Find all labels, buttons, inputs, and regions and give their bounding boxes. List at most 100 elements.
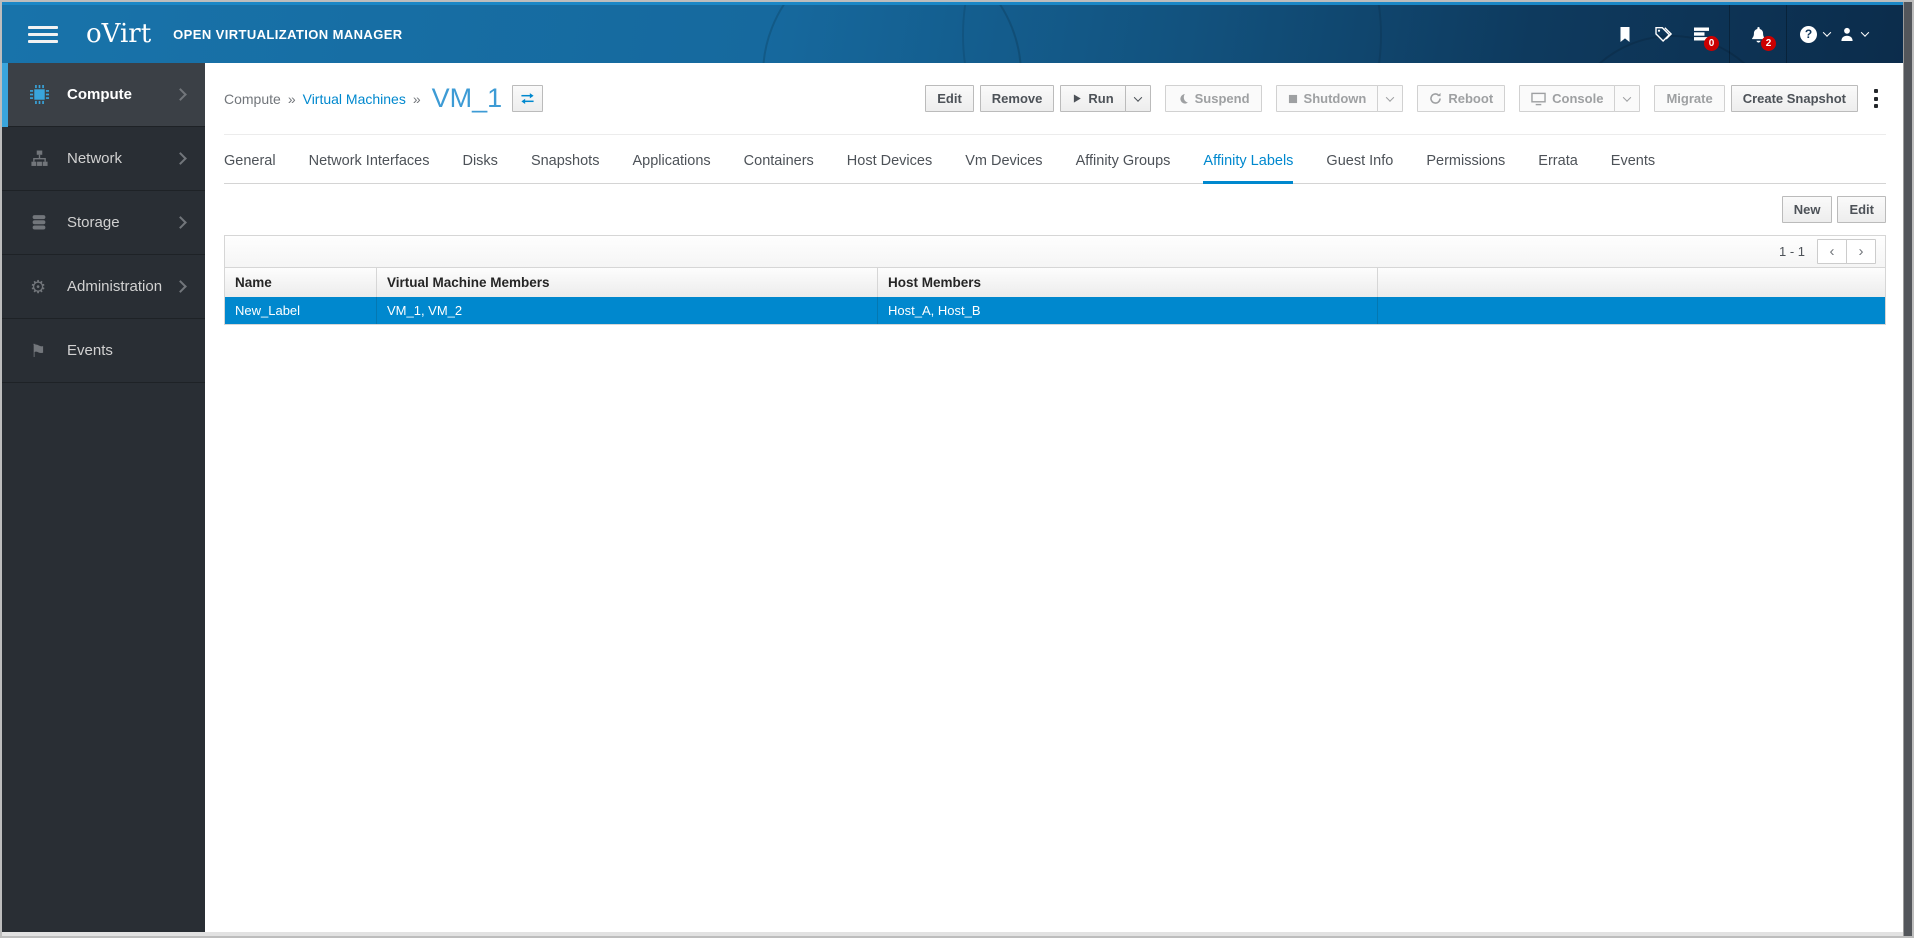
label-actions: New Edit [224,196,1886,223]
migrate-button[interactable]: Migrate [1654,85,1725,112]
run-button-group: Run [1060,85,1151,112]
tab-network-interfaces[interactable]: Network Interfaces [309,153,430,184]
affinity-labels-table: Name Virtual Machine Members Host Member… [224,268,1886,325]
database-icon [30,214,54,231]
tab-affinity-labels[interactable]: Affinity Labels [1203,153,1294,184]
tab-applications[interactable]: Applications [632,153,710,184]
suspend-button[interactable]: Suspend [1164,85,1262,112]
notifications-bell-icon[interactable]: 2 [1739,5,1777,63]
cell-empty [1378,297,1885,324]
sidebar-item-administration[interactable]: ⚙ Administration [2,255,205,319]
menu-toggle-icon[interactable] [28,25,58,43]
shutdown-dropdown-button[interactable] [1377,85,1404,112]
user-menu[interactable] [1834,5,1872,63]
chevron-down-icon [1860,28,1869,37]
more-actions-kebab-icon[interactable] [1866,85,1886,112]
sidebar-item-storage[interactable]: Storage [2,191,205,255]
help-menu[interactable]: ? [1796,5,1834,63]
masthead-divider [1729,5,1730,63]
moon-icon [1180,93,1188,104]
tab-errata[interactable]: Errata [1538,153,1578,184]
grid-toolbar: 1 - 1 ‹ › [224,235,1886,268]
console-button[interactable]: Console [1519,85,1616,112]
table-header-row: Name Virtual Machine Members Host Member… [225,268,1885,297]
cell-name: New_Label [225,297,377,324]
chevron-right-icon [174,152,187,165]
chevron-down-icon [1133,92,1142,102]
column-header-vm-members[interactable]: Virtual Machine Members [377,268,878,297]
window-right-edge [1903,2,1912,936]
alerts-count-badge: 2 [1761,36,1776,51]
breadcrumb-separator: » [412,90,421,107]
tab-disks[interactable]: Disks [462,153,497,184]
tab-containers[interactable]: Containers [744,153,814,184]
ovirt-logo[interactable]: oVirt [86,21,151,47]
chevron-right-icon [174,88,187,101]
window-bottom-edge [2,932,1903,936]
masthead: oVirt OPEN VIRTUALIZATION MANAGER 0 2 ? [2,2,1912,63]
tab-permissions[interactable]: Permissions [1426,153,1505,184]
detail-tabs: General Network Interfaces Disks Snapsho… [224,135,1886,184]
gear-icon: ⚙ [30,276,47,297]
title-toolbar: Compute » Virtual Machines » VM_1 Edit R… [224,63,1886,135]
column-header-host-members[interactable]: Host Members [878,268,1378,297]
sidebar-item-label: Events [67,342,113,359]
tab-snapshots[interactable]: Snapshots [531,153,600,184]
create-snapshot-button[interactable]: Create Snapshot [1730,85,1858,112]
console-dropdown-button[interactable] [1614,85,1641,112]
pager: ‹ › [1817,239,1876,264]
breadcrumb-link-virtual-machines[interactable]: Virtual Machines [303,91,406,107]
exchange-icon-button[interactable] [512,85,544,112]
shutdown-button-group: Shutdown [1275,85,1404,112]
chevron-down-icon [1623,92,1632,102]
stop-icon [1288,94,1297,103]
new-button[interactable]: New [1781,196,1833,223]
sidebar-item-events[interactable]: ⚑ Events [2,319,205,383]
chevron-down-icon [1822,28,1832,37]
flag-icon: ⚑ [30,340,47,361]
tab-events[interactable]: Events [1611,153,1655,184]
vertical-nav: Compute Network Storage ⚙ Administration… [2,63,205,936]
next-page-button[interactable]: › [1846,239,1876,264]
tasks-count-badge: 0 [1704,36,1719,51]
edit-button[interactable]: Edit [925,85,974,112]
tab-general[interactable]: General [224,153,276,184]
chevron-down-icon [1386,92,1395,102]
tags-icon[interactable] [1644,5,1682,63]
masthead-actions: 0 2 ? [1606,5,1872,63]
tab-guest-info[interactable]: Guest Info [1326,153,1393,184]
cell-vm-members: VM_1, VM_2 [377,297,878,324]
chevron-right-icon [174,280,187,293]
product-name: OPEN VIRTUALIZATION MANAGER [173,26,403,42]
tab-affinity-groups[interactable]: Affinity Groups [1076,153,1171,184]
prev-page-button[interactable]: ‹ [1817,239,1847,264]
page-title: VM_1 [431,83,503,113]
reboot-button[interactable]: Reboot [1417,85,1506,112]
sidebar-item-network[interactable]: Network [2,127,205,191]
play-icon [1074,94,1082,103]
microchip-icon [30,85,54,104]
column-header-name[interactable]: Name [225,268,377,297]
column-header-empty [1378,268,1885,297]
breadcrumb: Compute » Virtual Machines » [224,91,428,107]
help-icon: ? [1800,25,1817,43]
remove-button[interactable]: Remove [979,85,1055,112]
shutdown-button[interactable]: Shutdown [1275,85,1379,112]
sidebar-item-label: Storage [67,214,120,231]
sidebar-item-compute[interactable]: Compute [2,63,205,127]
console-button-group: Console [1519,85,1641,112]
user-icon [1840,27,1853,41]
run-button[interactable]: Run [1060,85,1126,112]
breadcrumb-root: Compute [224,90,281,107]
edit-label-button[interactable]: Edit [1837,196,1886,223]
sidebar-item-label: Administration [67,278,163,295]
tab-vm-devices[interactable]: Vm Devices [965,153,1042,184]
bookmark-icon[interactable] [1606,5,1644,63]
tab-host-devices[interactable]: Host Devices [847,153,932,184]
sidebar-item-label: Network [67,150,123,167]
tasks-icon[interactable]: 0 [1682,5,1720,63]
run-dropdown-button[interactable] [1124,85,1151,112]
table-row-selected[interactable]: New_Label VM_1, VM_2 Host_A, Host_B [225,297,1885,324]
breadcrumb-separator: » [287,90,296,107]
cell-host-members: Host_A, Host_B [878,297,1378,324]
